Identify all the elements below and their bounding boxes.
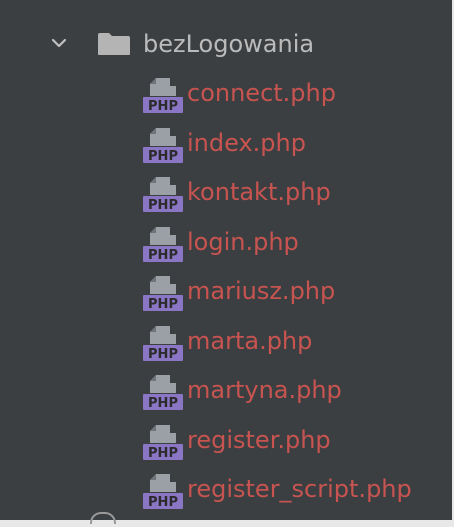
file-node-kontakt-php[interactable]: PHP kontakt.php: [0, 171, 452, 215]
svg-text:PHP: PHP: [148, 347, 178, 362]
svg-text:PHP: PHP: [148, 297, 178, 312]
php-file-icon: PHP: [143, 78, 183, 114]
file-node-martyna-php[interactable]: PHP martyna.php: [0, 369, 452, 413]
file-label: connect.php: [187, 79, 336, 107]
file-node-index-php[interactable]: PHP index.php: [0, 122, 452, 166]
file-label: martyna.php: [187, 376, 342, 404]
file-label: register.php: [187, 425, 331, 454]
chevron-down-icon[interactable]: [50, 34, 68, 52]
file-node-register-script-php[interactable]: PHP register_script.php: [0, 468, 452, 512]
php-file-icon: PHP: [143, 226, 183, 263]
file-node-marta-php[interactable]: PHP marta.php: [0, 320, 452, 364]
file-node-connect-php[interactable]: PHP connect.php: [0, 72, 452, 116]
folder-label: bezLogowania: [143, 30, 315, 58]
php-file-icon: PHP: [143, 127, 183, 164]
svg-text:PHP: PHP: [148, 396, 178, 411]
file-node-login-php[interactable]: PHP login.php: [0, 221, 452, 265]
php-file-icon: PHP: [143, 177, 183, 213]
svg-text:PHP: PHP: [148, 198, 178, 213]
php-file-icon: PHP: [143, 325, 183, 362]
folder-icon: [98, 33, 130, 55]
svg-text:PHP: PHP: [148, 495, 178, 510]
svg-text:PHP: PHP: [148, 446, 178, 461]
svg-text:PHP: PHP: [148, 149, 178, 164]
file-label: mariusz.php: [187, 277, 336, 305]
php-file-icon: PHP: [143, 424, 183, 461]
file-node-register-php[interactable]: PHP register.php: [0, 419, 452, 463]
file-label: marta.php: [187, 326, 313, 355]
svg-text:PHP: PHP: [148, 248, 178, 263]
svg-text:PHP: PHP: [148, 99, 178, 114]
php-file-icon: PHP: [143, 375, 183, 411]
folder-node-bezlogowania[interactable]: bezLogowania: [0, 24, 452, 64]
partial-node-icon: [90, 512, 116, 524]
project-tool-window: bezLogowania PHP connect.php PHP index.p…: [0, 0, 454, 527]
file-label: index.php: [187, 128, 306, 157]
file-node-mariusz-php[interactable]: PHP mariusz.php: [0, 270, 452, 314]
php-file-icon: PHP: [143, 276, 183, 312]
file-label: kontakt.php: [187, 178, 331, 206]
file-label: login.php: [187, 227, 299, 256]
php-file-icon: PHP: [143, 474, 183, 510]
file-label: register_script.php: [187, 475, 412, 503]
